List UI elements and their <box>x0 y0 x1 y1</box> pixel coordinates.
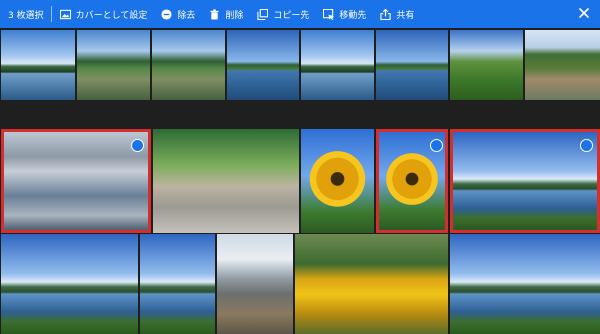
remove-button[interactable]: 除去 <box>161 8 195 21</box>
move-to-label: 移動先 <box>339 10 367 21</box>
photo-grid <box>0 28 600 334</box>
photo-caldera-lake-1-selected[interactable] <box>450 129 600 233</box>
photo-lake[interactable] <box>1 30 75 100</box>
photo-steam-vent[interactable] <box>217 234 293 334</box>
delete-button[interactable]: 削除 <box>209 8 243 21</box>
move-to-button[interactable]: 移動先 <box>323 8 366 21</box>
set-as-cover-label: カバーとして設定 <box>75 10 148 21</box>
photo-rocky-shore[interactable] <box>153 129 299 233</box>
selection-toolbar: 3 枚選択 カバーとして設定 除去 削除 コピー先 移動先 共有 <box>0 0 600 28</box>
copy-to-button[interactable]: コピー先 <box>257 8 309 21</box>
check-icon[interactable] <box>131 139 144 152</box>
image-icon <box>59 9 71 19</box>
photo-sunflower-1[interactable] <box>301 129 374 233</box>
photo-lake-reflection[interactable] <box>227 30 299 100</box>
photo-marsh-pond-1[interactable] <box>77 30 150 100</box>
photo-forest-lake[interactable] <box>301 30 374 100</box>
photo-green-field[interactable] <box>450 30 523 100</box>
share-icon <box>380 8 392 20</box>
photo-marsh-pond-2[interactable] <box>152 30 225 100</box>
photo-caldera-lake-4[interactable] <box>450 234 600 334</box>
check-icon[interactable] <box>580 139 593 152</box>
share-label: 共有 <box>396 10 415 21</box>
photo-waterfall[interactable] <box>525 30 600 100</box>
set-as-cover-button[interactable]: カバーとして設定 <box>59 8 148 21</box>
remove-label: 除去 <box>177 10 196 21</box>
trash-icon <box>210 8 219 20</box>
move-icon <box>323 8 335 20</box>
check-icon[interactable] <box>430 139 443 152</box>
photo-sunflower-field[interactable] <box>295 234 448 334</box>
share-button[interactable]: 共有 <box>380 8 414 21</box>
photo-caldera-lake-3[interactable] <box>140 234 215 334</box>
photo-sunflower-2-selected[interactable] <box>376 129 448 233</box>
photo-caldera-lake-2[interactable] <box>1 234 138 334</box>
photo-lake-mountain[interactable] <box>376 30 448 100</box>
photo-bear-in-river-selected[interactable] <box>1 129 151 233</box>
toolbar-divider <box>50 6 52 22</box>
copy-icon <box>257 8 269 20</box>
selected-count: 3 枚選択 <box>8 10 44 21</box>
copy-to-label: コピー先 <box>273 10 310 21</box>
close-icon[interactable] <box>578 7 590 19</box>
delete-label: 削除 <box>225 10 244 21</box>
remove-icon <box>161 8 172 20</box>
